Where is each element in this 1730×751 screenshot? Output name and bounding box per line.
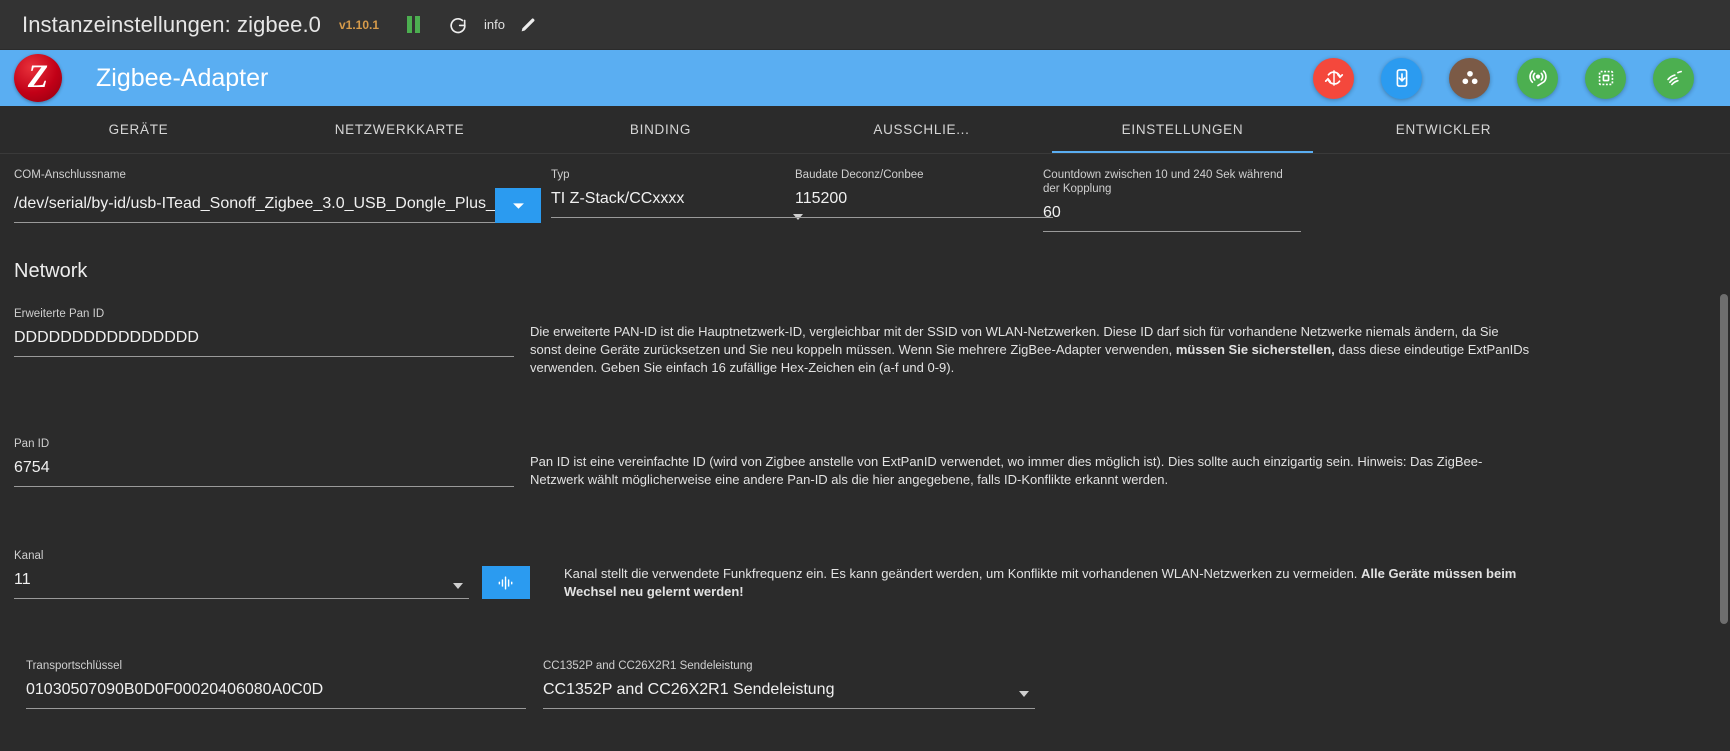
page-title: Instanzeinstellungen: zigbee.0 bbox=[22, 11, 321, 37]
tx-power-label: CC1352P and CC26X2R1 Sendeleistung bbox=[543, 660, 753, 672]
kanal-scan-button[interactable] bbox=[482, 566, 530, 599]
pan-id-input[interactable]: 6754 bbox=[14, 457, 514, 487]
broadcast-icon[interactable] bbox=[1517, 57, 1558, 99]
ext-pan-id-input[interactable]: DDDDDDDDDDDDDDDD bbox=[14, 327, 514, 357]
chevron-down-icon bbox=[512, 203, 524, 209]
group-icon[interactable] bbox=[1449, 57, 1490, 99]
tx-power-select[interactable]: CC1352P and CC26X2R1 Sendeleistung bbox=[543, 679, 1035, 709]
tab-bar: GERÄTE NETZWERKKARTE BINDING AUSSCHLIE..… bbox=[0, 106, 1730, 154]
pan-id-row: Pan ID 6754 Pan ID ist eine vereinfachte… bbox=[14, 429, 1716, 489]
countdown-label: Countdown zwischen 10 und 240 Sek währen… bbox=[1043, 169, 1283, 195]
typ-select[interactable]: TI Z-Stack/CCxxxx bbox=[551, 188, 809, 218]
com-port-label: COM-Anschlussname bbox=[14, 169, 126, 181]
refresh-icon[interactable] bbox=[448, 15, 468, 35]
desc-text-part1: Kanal stellt die verwendete Funkfrequenz… bbox=[564, 566, 1362, 581]
reset-icon[interactable] bbox=[1313, 57, 1354, 99]
title-bar: Instanzeinstellungen: zigbee.0 v1.10.1 i… bbox=[0, 0, 1730, 50]
tab-label: GERÄTE bbox=[108, 122, 169, 137]
baudrate-input[interactable]: 115200 bbox=[795, 188, 1053, 218]
tab-label: BINDING bbox=[629, 122, 692, 137]
kanal-label: Kanal bbox=[14, 550, 44, 562]
vertical-scrollbar[interactable] bbox=[1720, 294, 1728, 624]
tab-ausschliessen[interactable]: AUSSCHLIE... bbox=[791, 106, 1052, 153]
tab-label: EINSTELLUNGEN bbox=[1121, 122, 1244, 137]
signal-bars-icon bbox=[498, 576, 513, 589]
tx-power-field: CC1352P and CC26X2R1 Sendeleistung CC135… bbox=[543, 651, 1035, 709]
kanal-field: Kanal 11 bbox=[14, 541, 469, 601]
ext-pan-id-description: Die erweiterte PAN-ID ist die Hauptnetzw… bbox=[530, 299, 1530, 377]
tab-einstellungen[interactable]: EINSTELLUNGEN bbox=[1052, 106, 1313, 153]
transport-key-input[interactable]: 01030507090B0D0F00020406080A0C0D bbox=[26, 679, 526, 709]
tab-geraete[interactable]: GERÄTE bbox=[8, 106, 269, 153]
com-port-dropdown-button[interactable] bbox=[495, 188, 541, 223]
typ-label: Typ bbox=[551, 169, 570, 181]
kanal-row: Kanal 11 Kanal stellt die verwendete Fun… bbox=[14, 541, 1716, 601]
tab-netzwerkkarte[interactable]: NETZWERKKARTE bbox=[269, 106, 530, 153]
chip-icon[interactable] bbox=[1585, 57, 1626, 99]
zigbee-logo-icon: Z bbox=[14, 54, 62, 102]
logo-letter: Z bbox=[27, 58, 49, 95]
tab-label: AUSSCHLIE... bbox=[873, 122, 970, 137]
desc-text-bold: müssen Sie sicherstellen, bbox=[1175, 342, 1335, 357]
connection-row: COM-Anschlussname /dev/serial/by-id/usb-… bbox=[14, 154, 1716, 232]
app-title: Zigbee-Adapter bbox=[96, 63, 269, 92]
com-port-field: COM-Anschlussname /dev/serial/by-id/usb-… bbox=[14, 160, 566, 232]
ext-pan-id-label: Erweiterte Pan ID bbox=[14, 308, 105, 320]
countdown-field: Countdown zwischen 10 und 240 Sek währen… bbox=[1043, 160, 1301, 232]
pan-id-description: Pan ID ist eine vereinfachte ID (wird vo… bbox=[530, 454, 1483, 487]
download-icon[interactable] bbox=[1381, 57, 1422, 99]
signal-icon[interactable] bbox=[1653, 57, 1694, 99]
info-link[interactable]: info bbox=[484, 17, 505, 32]
app-bar-actions bbox=[1313, 57, 1694, 99]
version-label: v1.10.1 bbox=[339, 17, 380, 32]
countdown-input[interactable]: 60 bbox=[1043, 202, 1301, 232]
baudrate-label: Baudate Deconz/Conbee bbox=[795, 169, 924, 181]
tab-label: ENTWICKLER bbox=[1395, 122, 1492, 137]
tab-label: NETZWERKKARTE bbox=[334, 122, 465, 137]
tab-binding[interactable]: BINDING bbox=[530, 106, 791, 153]
transport-key-field: Transportschlüssel 01030507090B0D0F00020… bbox=[26, 651, 526, 709]
pause-icon[interactable] bbox=[407, 16, 421, 33]
tab-entwickler[interactable]: ENTWICKLER bbox=[1313, 106, 1574, 153]
transport-key-label: Transportschlüssel bbox=[26, 660, 123, 672]
pan-id-label: Pan ID bbox=[14, 438, 50, 450]
kanal-description: Kanal stellt die verwendete Funkfrequenz… bbox=[564, 541, 1564, 601]
settings-panel: COM-Anschlussname /dev/serial/by-id/usb-… bbox=[0, 154, 1730, 751]
ext-pan-id-row: Erweiterte Pan ID DDDDDDDDDDDDDDDD Die e… bbox=[14, 299, 1716, 377]
pencil-icon[interactable] bbox=[519, 16, 537, 34]
ext-pan-id-field: Erweiterte Pan ID DDDDDDDDDDDDDDDD bbox=[14, 299, 514, 377]
kanal-select[interactable]: 11 bbox=[14, 569, 469, 599]
com-port-input[interactable]: /dev/serial/by-id/usb-ITead_Sonoff_Zigbe… bbox=[14, 193, 495, 223]
network-section-title: Network bbox=[14, 260, 88, 282]
pan-id-field: Pan ID 6754 bbox=[14, 429, 514, 489]
baudrate-field: Baudate Deconz/Conbee 115200 bbox=[795, 160, 1053, 232]
typ-field: Typ TI Z-Stack/CCxxxx bbox=[551, 160, 809, 232]
app-bar: Z Zigbee-Adapter bbox=[0, 50, 1730, 106]
security-row: Transportschlüssel 01030507090B0D0F00020… bbox=[14, 651, 1716, 709]
